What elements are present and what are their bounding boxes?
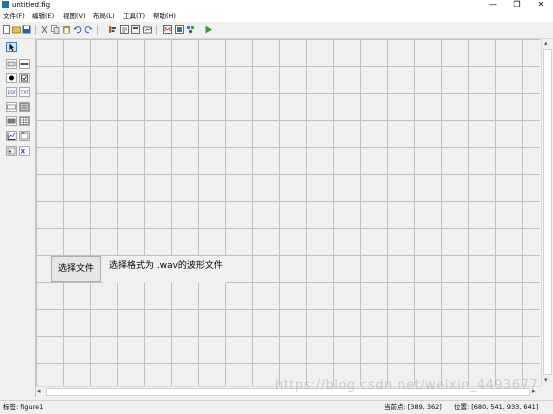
- open-icon[interactable]: [12, 25, 21, 34]
- svg-text:X: X: [21, 149, 26, 156]
- title-bar: untitled.fig — ❐ ✕: [0, 0, 553, 10]
- radio-button-tool-icon[interactable]: [6, 73, 17, 83]
- menu-layout[interactable]: 布局(L): [93, 10, 115, 22]
- static-text-tool-icon[interactable]: TXT: [19, 87, 30, 97]
- paste-icon[interactable]: [62, 25, 71, 34]
- property-inspector-icon[interactable]: [175, 25, 184, 34]
- svg-text:EDIT: EDIT: [8, 90, 17, 96]
- window-title: untitled.fig: [12, 1, 51, 9]
- select-tool-icon[interactable]: [6, 42, 17, 52]
- status-bar: 标签: figure1 当前点: [389, 362] 位置: [680, 54…: [0, 400, 553, 414]
- maximize-button[interactable]: ❐: [505, 0, 529, 10]
- close-button[interactable]: ✕: [529, 0, 553, 10]
- minimize-button[interactable]: —: [481, 0, 505, 10]
- svg-text:TXT: TXT: [20, 90, 29, 96]
- tab-order-icon[interactable]: [131, 25, 140, 34]
- vertical-scrollbar[interactable]: ▴ ▾: [541, 39, 553, 386]
- toolbar-separator: [156, 25, 157, 35]
- toolbar: [0, 22, 553, 39]
- vertical-scroll-thumb[interactable]: [543, 49, 552, 375]
- menu-view[interactable]: 视图(V): [63, 10, 86, 22]
- scroll-up-icon[interactable]: ▴: [544, 39, 548, 48]
- menu-editor-icon[interactable]: [120, 25, 129, 34]
- copy-icon[interactable]: [51, 25, 60, 34]
- align-icon[interactable]: [108, 25, 117, 34]
- status-current-point: 当前点: [389, 362]: [384, 403, 442, 411]
- panel-tool-icon[interactable]: [19, 131, 30, 141]
- menu-edit[interactable]: 编辑(E): [32, 10, 54, 22]
- menu-tools[interactable]: 工具(T): [123, 10, 145, 22]
- m-file-editor-icon[interactable]: [163, 25, 172, 34]
- status-position: 位置: [680, 541, 933, 641]: [454, 403, 539, 411]
- cut-icon[interactable]: [40, 25, 49, 34]
- pushbutton-tool-icon[interactable]: [6, 59, 17, 69]
- slider-tool-icon[interactable]: [19, 59, 30, 69]
- select-file-button[interactable]: 选择文件: [51, 256, 101, 282]
- toolbar-separator: [35, 25, 36, 35]
- watermark-text: https://blog.csdn.net/weixin_4493677: [275, 378, 539, 393]
- activex-tool-icon[interactable]: X: [19, 146, 30, 156]
- edit-text-tool-icon[interactable]: EDIT: [6, 87, 18, 97]
- axes-tool-icon[interactable]: [6, 131, 17, 141]
- listbox-tool-icon[interactable]: [19, 102, 30, 112]
- undo-icon[interactable]: [73, 25, 82, 34]
- redo-icon[interactable]: [84, 25, 93, 34]
- menu-bar: 文件(F) 编辑(E) 视图(V) 布局(L) 工具(T) 帮助(H): [0, 10, 553, 22]
- scroll-down-icon[interactable]: ▾: [544, 376, 548, 385]
- button-group-tool-icon[interactable]: [6, 146, 17, 156]
- layout-canvas[interactable]: 选择文件 选择格式为 .wav的波形文件: [36, 39, 540, 386]
- popup-menu-tool-icon[interactable]: [6, 102, 17, 112]
- new-icon[interactable]: [2, 25, 11, 34]
- status-tag: 标签: figure1: [3, 403, 44, 411]
- format-hint-label: 选择格式为 .wav的波形文件: [103, 256, 226, 283]
- toolbar-separator: [97, 25, 98, 35]
- object-browser-icon[interactable]: [186, 25, 195, 34]
- checkbox-tool-icon[interactable]: [19, 73, 30, 83]
- toolbar-editor-icon[interactable]: [143, 25, 152, 34]
- app-icon: [2, 1, 9, 8]
- save-icon[interactable]: [22, 25, 31, 34]
- scroll-left-icon[interactable]: ◂: [37, 387, 41, 396]
- table-tool-icon[interactable]: [19, 116, 30, 126]
- menu-help[interactable]: 帮助(H): [153, 10, 176, 22]
- toggle-button-tool-icon[interactable]: [6, 116, 17, 126]
- menu-file[interactable]: 文件(F): [3, 10, 25, 22]
- run-icon[interactable]: [204, 25, 213, 34]
- component-palette: EDIT TXT X: [0, 39, 36, 397]
